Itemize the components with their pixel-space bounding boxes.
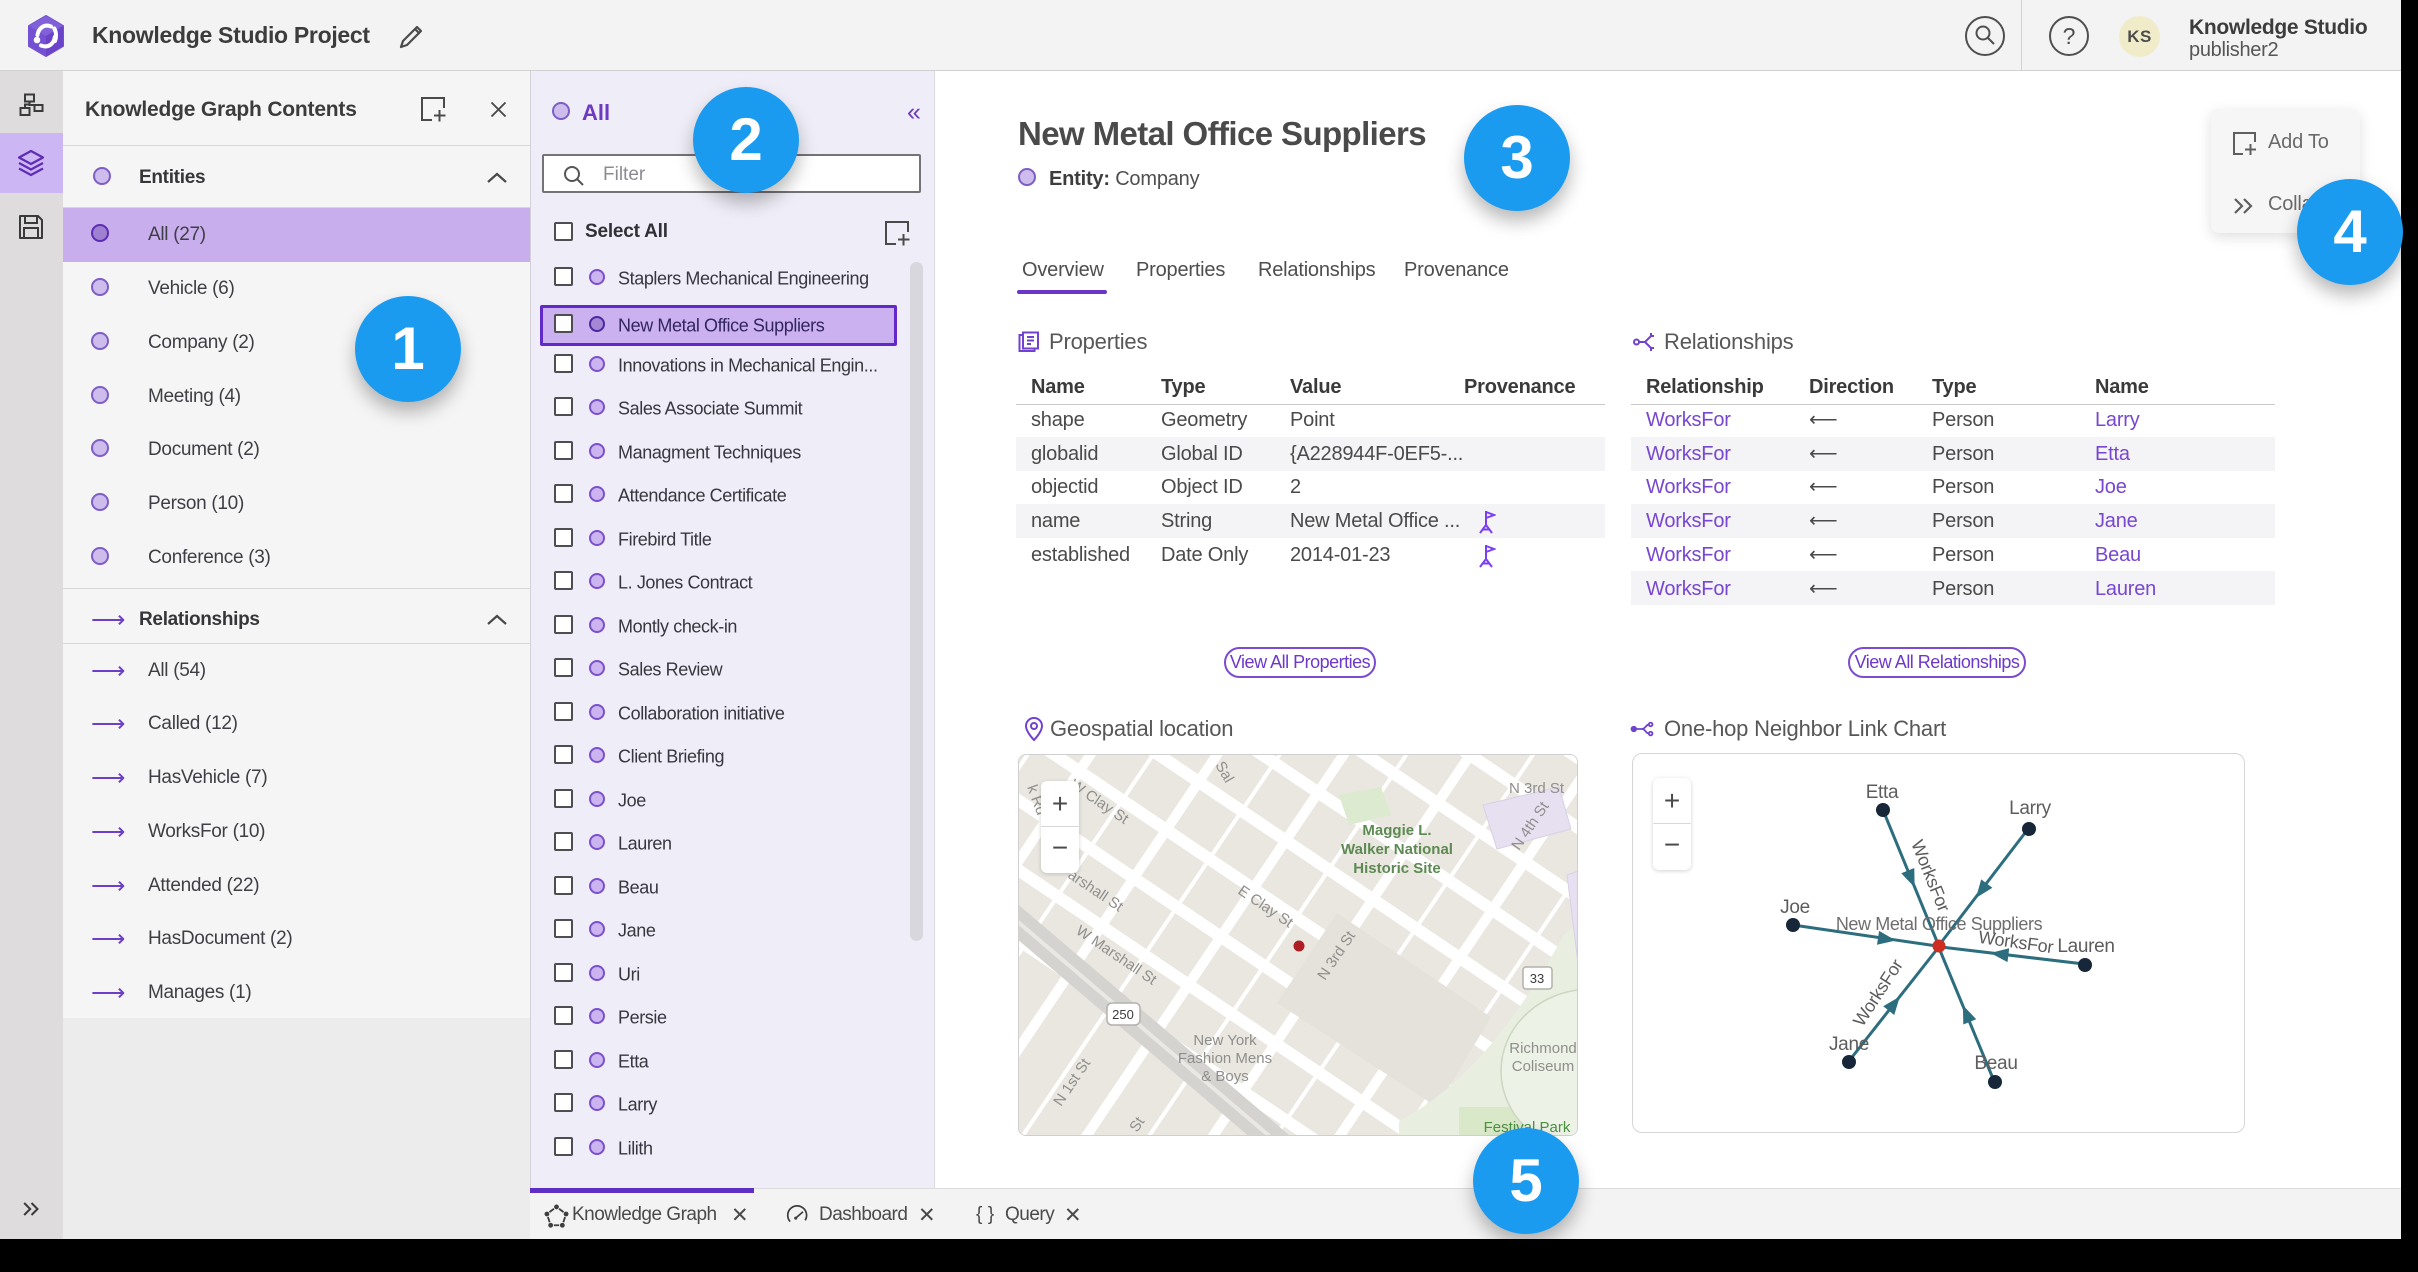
svg-text:Beau: Beau (1974, 1053, 2017, 1074)
svg-text:250: 250 (1112, 1007, 1134, 1022)
svg-text:Larry: Larry (2009, 798, 2052, 819)
svg-text:Fashion Mens: Fashion Mens (1178, 1050, 1272, 1067)
svg-text:N 3rd St: N 3rd St (1509, 780, 1565, 797)
svg-text:Lauren: Lauren (2057, 936, 2114, 957)
svg-text:33: 33 (1530, 971, 1544, 986)
svg-text:Walker National: Walker National (1341, 841, 1453, 858)
svg-text:Historic Site: Historic Site (1353, 860, 1441, 877)
svg-text:Maggie L.: Maggie L. (1362, 822, 1431, 839)
svg-text:Etta: Etta (1866, 782, 1899, 803)
svg-text:Coliseum: Coliseum (1512, 1058, 1575, 1075)
svg-text:WorksFor: WorksFor (1849, 955, 1907, 1029)
svg-text:Jane: Jane (1829, 1034, 1869, 1055)
svg-text:?: ? (2063, 23, 2076, 49)
svg-text:Richmond: Richmond (1509, 1040, 1577, 1057)
svg-text:& Boys: & Boys (1201, 1068, 1249, 1085)
svg-text:Joe: Joe (1780, 897, 1810, 918)
svg-text:New York: New York (1193, 1032, 1257, 1049)
